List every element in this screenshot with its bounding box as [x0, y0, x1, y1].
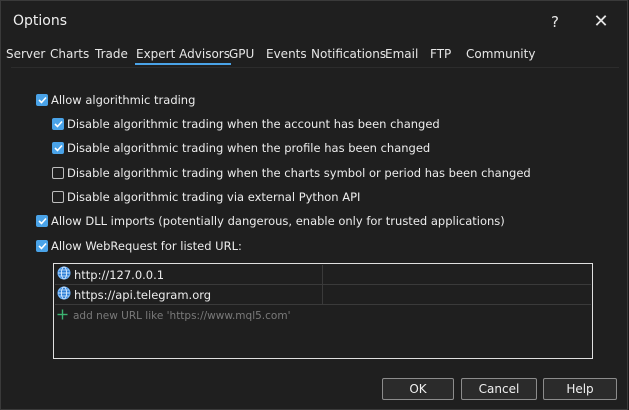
tab-expert-advisors[interactable]: Expert Advisors	[135, 47, 231, 65]
title-bar: Options ? ✕	[1, 1, 627, 41]
disable-on-symbol-change-label: Disable algorithmic trading when the cha…	[67, 166, 531, 180]
help-button[interactable]: Help	[543, 378, 617, 400]
disable-on-account-change-option[interactable]: Disable algorithmic trading when the acc…	[52, 116, 440, 132]
tab-server[interactable]: Server	[6, 47, 45, 61]
globe-icon	[57, 266, 71, 283]
expert-advisors-panel: Allow algorithmic trading Disable algori…	[11, 67, 619, 372]
disable-on-profile-change-checkbox[interactable]	[52, 142, 64, 154]
url-row[interactable]: http://127.0.0.1	[55, 265, 591, 285]
tab-ftp[interactable]: FTP	[430, 47, 451, 61]
allow-dll-imports-checkbox[interactable]	[36, 215, 48, 227]
add-url-row[interactable]: add new URL like 'https://www.mql5.com'	[57, 307, 290, 325]
url-extra-cell[interactable]	[323, 265, 591, 284]
help-icon[interactable]: ?	[539, 9, 571, 35]
url-list[interactable]: http://127.0.0.1 https://api.telegram.or…	[53, 263, 593, 359]
url-cell[interactable]: https://api.telegram.org	[55, 285, 323, 304]
allow-algo-trading-checkbox[interactable]	[36, 94, 48, 106]
tab-email[interactable]: Email	[385, 47, 418, 61]
tab-notifications[interactable]: Notifications	[311, 47, 386, 61]
allow-webrequest-checkbox[interactable]	[36, 240, 48, 252]
disable-on-profile-change-label: Disable algorithmic trading when the pro…	[67, 141, 431, 155]
dialog-title: Options	[13, 13, 68, 29]
plus-icon[interactable]	[57, 309, 68, 323]
disable-on-account-change-checkbox[interactable]	[52, 118, 64, 130]
disable-via-python-label: Disable algorithmic trading via external…	[67, 190, 361, 204]
tab-trade[interactable]: Trade	[95, 47, 128, 61]
tab-community[interactable]: Community	[466, 47, 535, 61]
allow-webrequest-label: Allow WebRequest for listed URL:	[51, 239, 242, 253]
tab-bar: Server Charts Trade Expert Advisors GPU …	[1, 45, 627, 67]
allow-webrequest-option[interactable]: Allow WebRequest for listed URL:	[36, 238, 242, 254]
allow-dll-imports-label: Allow DLL imports (potentially dangerous…	[51, 214, 505, 228]
tab-gpu[interactable]: GPU	[229, 47, 254, 61]
add-url-placeholder: add new URL like 'https://www.mql5.com'	[73, 310, 291, 322]
url-cell[interactable]: http://127.0.0.1	[55, 265, 323, 284]
disable-on-account-change-label: Disable algorithmic trading when the acc…	[67, 117, 440, 131]
ok-button[interactable]: OK	[382, 378, 454, 400]
disable-on-symbol-change-checkbox[interactable]	[52, 167, 64, 179]
allow-dll-imports-option[interactable]: Allow DLL imports (potentially dangerous…	[36, 213, 505, 229]
tab-events[interactable]: Events	[266, 47, 307, 61]
allow-algo-trading-option[interactable]: Allow algorithmic trading	[36, 92, 195, 108]
disable-via-python-checkbox[interactable]	[52, 191, 64, 203]
url-extra-cell[interactable]	[323, 285, 591, 304]
url-row[interactable]: https://api.telegram.org	[55, 285, 591, 305]
cancel-button[interactable]: Cancel	[461, 378, 537, 400]
disable-on-profile-change-option[interactable]: Disable algorithmic trading when the pro…	[52, 140, 430, 156]
tab-charts[interactable]: Charts	[50, 47, 89, 61]
url-text: http://127.0.0.1	[74, 267, 165, 282]
url-text: https://api.telegram.org	[74, 287, 212, 302]
disable-on-symbol-change-option[interactable]: Disable algorithmic trading when the cha…	[52, 165, 531, 181]
allow-algo-trading-label: Allow algorithmic trading	[51, 93, 196, 107]
disable-via-python-option[interactable]: Disable algorithmic trading via external…	[52, 189, 360, 205]
options-dialog: Options ? ✕ Server Charts Trade Expert A…	[0, 0, 628, 410]
globe-icon	[57, 286, 71, 303]
close-icon[interactable]: ✕	[585, 9, 617, 35]
